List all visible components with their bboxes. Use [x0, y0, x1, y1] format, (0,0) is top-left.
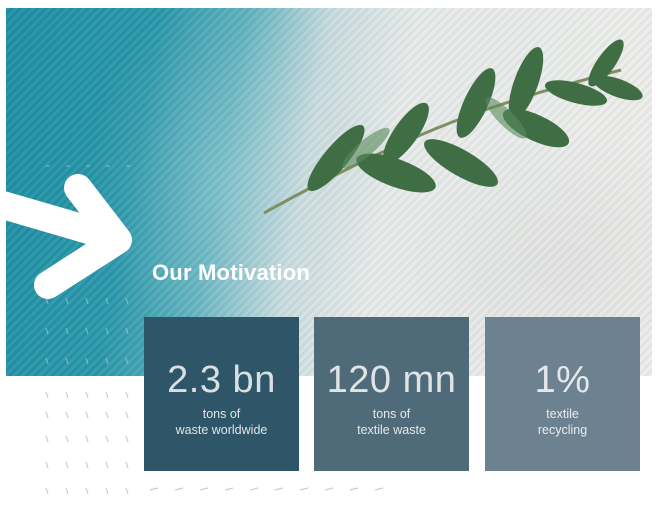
- stat-card-textile-recycling: 1% textile recycling: [485, 317, 640, 471]
- stat-card-textile-waste: 120 mn tons of textile waste: [314, 317, 469, 471]
- stat-value: 1%: [534, 359, 591, 401]
- stat-value: 2.3 bn: [167, 359, 276, 401]
- stat-caption: tons of waste worldwide: [175, 407, 268, 437]
- stat-value: 120 mn: [326, 359, 457, 401]
- stat-caption: tons of textile waste: [357, 407, 426, 437]
- stat-caption: textile recycling: [537, 407, 588, 437]
- stat-card-waste-worldwide: 2.3 bn tons of waste worldwide: [144, 317, 299, 471]
